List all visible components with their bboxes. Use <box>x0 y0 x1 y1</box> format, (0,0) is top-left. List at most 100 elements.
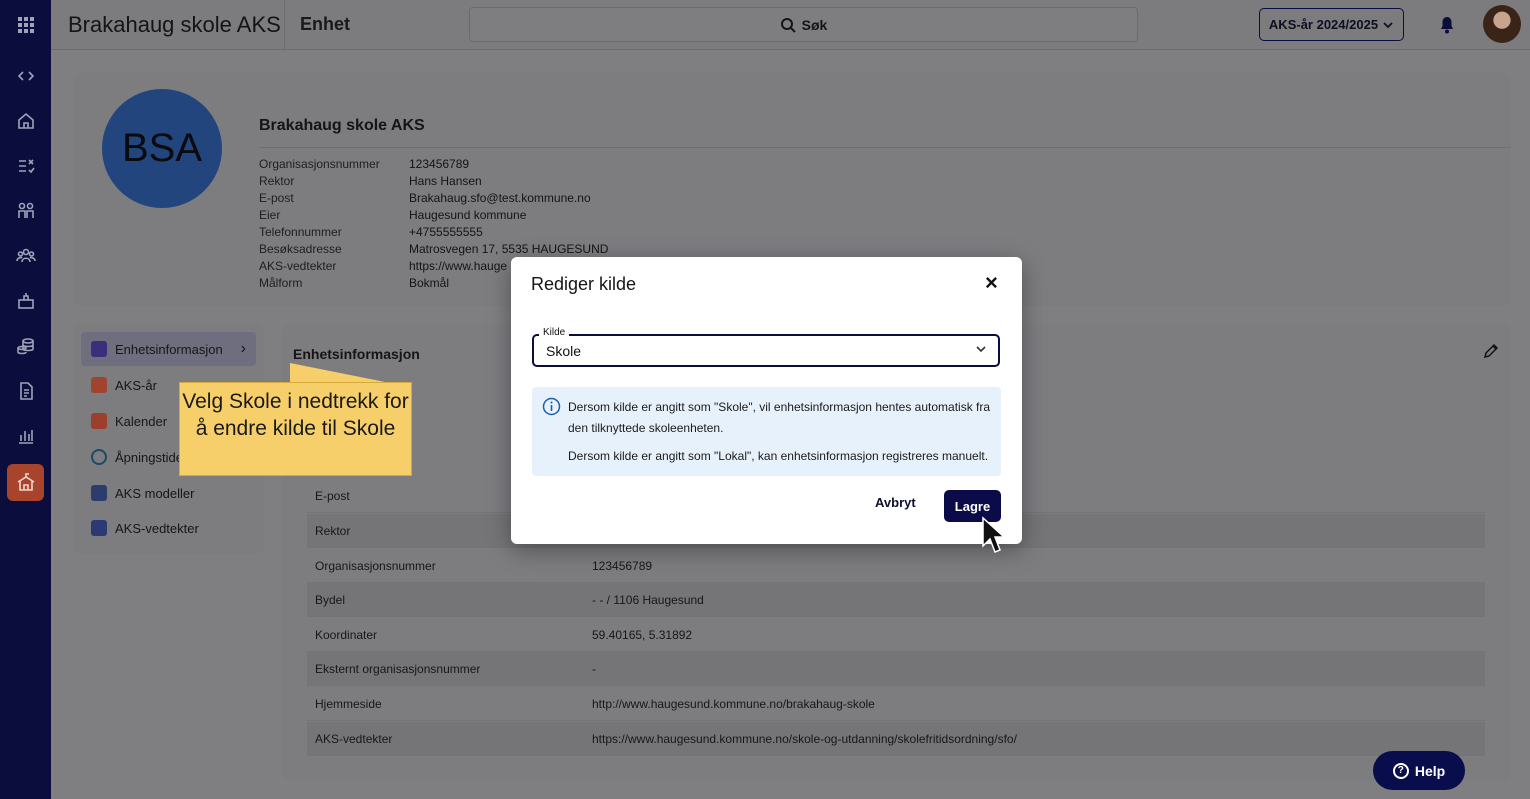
profile-key: Målform <box>259 275 303 290</box>
school-icon[interactable] <box>7 464 44 501</box>
menu-item-aks-vedtekter[interactable]: AKS-vedtekter <box>81 511 256 545</box>
calendar-add-icon <box>91 377 107 393</box>
profile-value: Haugesund kommune <box>409 207 527 222</box>
tasks-icon[interactable] <box>7 147 44 184</box>
detail-key: Organisasjonsnummer <box>315 558 436 573</box>
cancel-button[interactable]: Avbryt <box>875 495 916 510</box>
edit-icon[interactable] <box>1482 342 1500 360</box>
menu-item-label: AKS-vedtekter <box>115 520 199 536</box>
menu-item-label: Kalender <box>115 413 168 429</box>
detail-row: Bydel - - / 1106 Haugesund <box>307 583 1485 617</box>
search-input[interactable]: Søk <box>469 7 1138 42</box>
finance-icon[interactable] <box>7 327 44 364</box>
detail-key: Bydel <box>315 592 346 607</box>
menu-item-label: Enhetsinformasjon <box>115 341 223 357</box>
close-icon[interactable]: × <box>985 272 998 294</box>
detail-row: Eksternt organisasjonsnummer - <box>307 652 1485 686</box>
menu-item-label: AKS modeller <box>115 485 195 501</box>
detail-key: Hjemmeside <box>315 696 382 711</box>
info-message: Dersom kilde er angitt som "Skole", vil … <box>532 387 1001 476</box>
groups-icon[interactable] <box>7 237 44 274</box>
profile-row: Besøksadresse Matrosvegen 17, 5535 HAUGES… <box>259 240 608 257</box>
app-title: Brakahaug skole AKS <box>68 12 281 37</box>
info-card-icon <box>91 341 107 357</box>
chevron-down-icon <box>976 346 986 353</box>
home-icon[interactable] <box>7 102 44 139</box>
edit-source-dialog: Rediger kilde × Skole Kilde Dersom kilde… <box>511 257 1022 544</box>
profile-value[interactable]: https://www.hauge <box>409 259 507 273</box>
info-text-lokal: Dersom kilde er angitt som "Lokal", kan … <box>568 449 989 463</box>
profile-row: Telefonnummer +4755555555 <box>259 223 608 240</box>
profile-key: Eier <box>259 207 281 222</box>
question-icon: ? <box>1392 762 1409 779</box>
mouse-cursor-icon <box>982 516 1005 553</box>
menu-item-aks-modeller[interactable]: AKS modeller <box>81 476 256 510</box>
help-label: Help <box>1414 762 1446 779</box>
top-bar: Brakahaug skole AKS Enhet Søk AKS-år 202… <box>51 0 1530 50</box>
document-search-icon <box>91 520 107 536</box>
tutorial-callout: Velg Skole i nedtrekk for å endre kilde … <box>179 382 412 476</box>
detail-key: AKS-vedtekter <box>315 731 393 746</box>
profile-key: Organisasjonsnummer <box>259 156 380 171</box>
detail-value: - <box>592 661 596 676</box>
detail-title: Enhetsinformasjon <box>293 346 420 362</box>
reports-icon[interactable] <box>7 417 44 454</box>
source-select[interactable]: Skole <box>532 334 1000 367</box>
detail-link[interactable]: http://www.haugesund.kommune.no/brakahau… <box>592 697 1485 711</box>
profile-value: Hans Hansen <box>409 173 482 188</box>
profile-key: Rektor <box>259 173 295 188</box>
calendar-icon <box>91 413 107 429</box>
profile-key: AKS-vedtekter <box>259 258 337 273</box>
search-label: Søk <box>801 16 828 33</box>
detail-value: - - / 1106 Haugesund <box>592 592 704 607</box>
profile-row: Eier Haugesund kommune <box>259 206 608 223</box>
profile-value: Bokmål <box>409 275 450 290</box>
detail-row: Koordinater 59.40165, 5.31892 <box>307 618 1485 652</box>
profile-row: Organisasjonsnummer 123456789 <box>259 155 608 172</box>
source-select-label: Kilde <box>539 327 570 338</box>
detail-value: 123456789 <box>592 558 653 573</box>
search-icon <box>780 17 796 33</box>
apps-grid-icon[interactable] <box>7 6 44 43</box>
help-button[interactable]: ? Help <box>1373 751 1465 790</box>
menu-item-label: Åpningstider <box>115 449 188 465</box>
clock-icon <box>91 449 107 465</box>
user-avatar[interactable] <box>1483 5 1521 43</box>
unit-avatar: BSA <box>102 89 222 208</box>
callout-pointer <box>290 363 390 383</box>
detail-value: 59.40165, 5.31892 <box>592 627 693 642</box>
bell-icon[interactable] <box>1436 13 1458 35</box>
menu-item-enhetsinformasjon[interactable]: Enhetsinformasjon › <box>81 332 256 366</box>
detail-key: Koordinater <box>315 627 378 642</box>
children-icon[interactable] <box>7 192 44 229</box>
divider <box>259 147 1511 148</box>
models-icon <box>91 485 107 501</box>
divider <box>284 0 285 50</box>
info-icon <box>542 397 561 416</box>
year-select-label: AKS-år 2024/2025 <box>1268 17 1379 32</box>
profile-value: Matrosvegen 17, 5535 HAUGESUND <box>409 241 609 256</box>
detail-link[interactable]: https://www.haugesund.kommune.no/skole-o… <box>592 732 1485 746</box>
detail-row: Hjemmeside http://www.haugesund.kommune.n… <box>307 687 1485 721</box>
chevron-down-icon <box>1383 21 1393 28</box>
collapse-icon[interactable] <box>7 57 44 94</box>
unit-icon[interactable] <box>7 282 44 319</box>
menu-item-label: AKS-år <box>115 377 157 393</box>
unit-name: Brakahaug skole AKS <box>259 117 425 134</box>
source-select-value: Skole <box>546 343 582 359</box>
document-icon[interactable] <box>7 372 44 409</box>
info-text-skole: Dersom kilde er angitt som "Skole", vil … <box>568 400 991 435</box>
profile-key: Besøksadresse <box>259 241 342 256</box>
profile-key: Telefonnummer <box>259 224 342 239</box>
profile-value: +4755555555 <box>409 224 483 239</box>
profile-value: 123456789 <box>409 156 470 171</box>
profile-row: E-post Brakahaug.sfo@test.kommune.no <box>259 189 608 206</box>
year-select[interactable]: AKS-år 2024/2025 <box>1259 8 1404 41</box>
profile-value: Brakahaug.sfo@test.kommune.no <box>409 190 591 205</box>
left-rail <box>0 0 51 799</box>
page-title: Enhet <box>300 14 351 34</box>
detail-key: Eksternt organisasjonsnummer <box>315 661 481 676</box>
dialog-title: Rediger kilde <box>531 274 637 294</box>
profile-key: E-post <box>259 190 294 205</box>
detail-row: AKS-vedtekter https://www.haugesund.kommu… <box>307 722 1485 756</box>
